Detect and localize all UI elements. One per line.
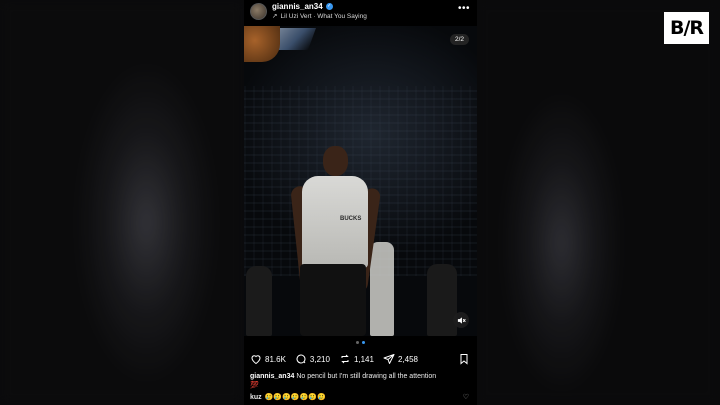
player-jersey: [302, 176, 368, 268]
comment-text: 🥲🥲🥲🥲🥲🥲🥲: [264, 394, 326, 401]
action-bar: 81.6K 3,210 1,141 2,458: [250, 351, 472, 367]
like-button[interactable]: 81.6K: [250, 353, 286, 365]
background-person: [427, 264, 457, 336]
music-info[interactable]: ↗ Lil Uzi Vert · What You Saying: [272, 12, 367, 21]
share-button[interactable]: 2,458: [383, 353, 418, 365]
comment-bubble-icon: [296, 354, 306, 364]
music-label[interactable]: Lil Uzi Vert · What You Saying: [280, 13, 366, 20]
verified-badge-icon: ✓: [325, 3, 333, 10]
carousel-dot: [356, 341, 359, 344]
bleacher-report-logo: B/R: [664, 12, 709, 44]
slide-counter: 2/2: [449, 34, 469, 45]
paper-plane-icon: [383, 354, 395, 364]
like-count: 81.6K: [265, 354, 286, 364]
background-person: [370, 242, 394, 336]
username-text[interactable]: giannis_an34: [272, 2, 323, 11]
save-button[interactable]: [458, 353, 470, 365]
caption-text: No pencil but I'm still drawing all the …: [296, 373, 437, 380]
post-header: giannis_an34 ✓ ↗ Lil Uzi Vert · What You…: [244, 0, 477, 24]
comment-username[interactable]: kuz: [250, 394, 262, 401]
comment-row: kuz 🥲🥲🥲🥲🥲🥲🥲: [250, 393, 472, 402]
carousel-dot-active: [362, 341, 365, 344]
repost-button[interactable]: 1,141: [339, 353, 374, 365]
caption-emoji: 💯: [250, 382, 259, 389]
share-count: 2,458: [397, 354, 418, 364]
instagram-post: giannis_an34 ✓ ↗ Lil Uzi Vert · What You…: [244, 0, 477, 405]
post-caption: giannis_an34 No pencil but I'm still dra…: [250, 372, 472, 390]
post-username[interactable]: giannis_an34 ✓: [272, 2, 333, 11]
jersey-text: BUCKS: [340, 216, 362, 222]
player-shorts: [300, 264, 366, 336]
more-options-icon[interactable]: •••: [458, 3, 470, 14]
blurred-backdrop-right: [476, 0, 720, 405]
carousel-indicator: [244, 341, 477, 344]
heart-icon: [251, 355, 261, 365]
player-head: [323, 146, 348, 176]
comment-button[interactable]: 3,210: [295, 353, 330, 365]
comment-like-icon[interactable]: ♡: [463, 393, 469, 401]
video-frame: giannis_an34 ✓ ↗ Lil Uzi Vert · What You…: [0, 0, 720, 405]
mute-icon[interactable]: [453, 312, 469, 328]
background-person: [246, 266, 272, 336]
bookmark-icon: [460, 354, 468, 365]
repost-count: 1,141: [353, 354, 374, 364]
avatar[interactable]: [250, 3, 267, 20]
comment-count: 3,210: [309, 354, 330, 364]
basketball-hoop: [244, 26, 280, 62]
repost-icon: [341, 354, 349, 364]
caption-username[interactable]: giannis_an34: [250, 373, 294, 380]
post-media[interactable]: BUCKS 2/2: [244, 26, 477, 336]
music-arrow-icon: ↗: [272, 13, 278, 20]
blurred-backdrop-left: [0, 0, 244, 405]
